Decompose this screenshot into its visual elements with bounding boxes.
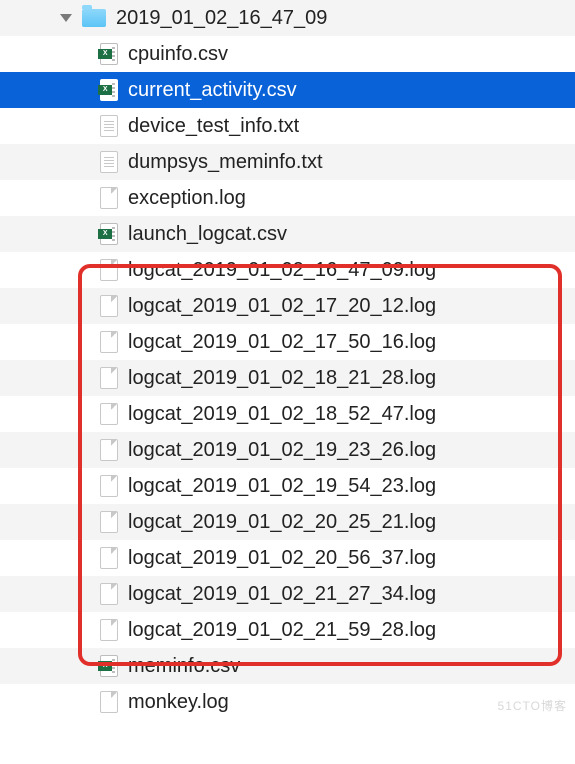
file-row[interactable]: Xcpuinfo.csv — [0, 36, 575, 72]
file-label: logcat_2019_01_02_18_21_28.log — [128, 367, 436, 390]
file-row[interactable]: monkey.log — [0, 684, 575, 720]
file-label: logcat_2019_01_02_16_47_09.log — [128, 259, 436, 282]
file-label: logcat_2019_01_02_19_23_26.log — [128, 439, 436, 462]
file-tree: 2019_01_02_16_47_09 Xcpuinfo.csvXcurrent… — [0, 0, 575, 720]
file-label: cpuinfo.csv — [128, 43, 228, 66]
document-icon — [100, 475, 118, 497]
document-icon — [100, 295, 118, 317]
file-label: logcat_2019_01_02_17_20_12.log — [128, 295, 436, 318]
file-label: monkey.log — [128, 691, 229, 714]
file-label: logcat_2019_01_02_20_25_21.log — [128, 511, 436, 534]
document-icon — [100, 187, 118, 209]
file-row[interactable]: Xcurrent_activity.csv — [0, 72, 575, 108]
folder-label: 2019_01_02_16_47_09 — [116, 7, 327, 30]
file-row[interactable]: logcat_2019_01_02_20_25_21.log — [0, 504, 575, 540]
file-label: current_activity.csv — [128, 79, 297, 102]
file-row[interactable]: dumpsys_meminfo.txt — [0, 144, 575, 180]
document-icon — [100, 619, 118, 641]
document-icon — [100, 511, 118, 533]
text-file-icon — [100, 151, 118, 173]
file-row[interactable]: Xmeminfo.csv — [0, 648, 575, 684]
watermark-text: 51CTO博客 — [498, 697, 567, 714]
file-row[interactable]: logcat_2019_01_02_18_21_28.log — [0, 360, 575, 396]
file-row[interactable]: logcat_2019_01_02_16_47_09.log — [0, 252, 575, 288]
file-label: launch_logcat.csv — [128, 223, 287, 246]
spreadsheet-icon: X — [100, 43, 118, 65]
document-icon — [100, 367, 118, 389]
file-row[interactable]: logcat_2019_01_02_17_50_16.log — [0, 324, 575, 360]
document-icon — [100, 691, 118, 713]
folder-icon — [82, 9, 106, 27]
file-label: meminfo.csv — [128, 655, 240, 678]
spreadsheet-icon: X — [100, 223, 118, 245]
file-label: logcat_2019_01_02_19_54_23.log — [128, 475, 436, 498]
document-icon — [100, 331, 118, 353]
disclosure-triangle-icon[interactable] — [60, 14, 72, 22]
file-label: logcat_2019_01_02_21_59_28.log — [128, 619, 436, 642]
file-row[interactable]: logcat_2019_01_02_18_52_47.log — [0, 396, 575, 432]
file-row[interactable]: logcat_2019_01_02_21_27_34.log — [0, 576, 575, 612]
file-row[interactable]: logcat_2019_01_02_21_59_28.log — [0, 612, 575, 648]
file-row[interactable]: logcat_2019_01_02_20_56_37.log — [0, 540, 575, 576]
file-label: logcat_2019_01_02_18_52_47.log — [128, 403, 436, 426]
file-row[interactable]: logcat_2019_01_02_19_23_26.log — [0, 432, 575, 468]
folder-row[interactable]: 2019_01_02_16_47_09 — [0, 0, 575, 36]
document-icon — [100, 439, 118, 461]
spreadsheet-icon: X — [100, 655, 118, 677]
file-label: logcat_2019_01_02_20_56_37.log — [128, 547, 436, 570]
spreadsheet-icon: X — [100, 79, 118, 101]
file-row[interactable]: exception.log — [0, 180, 575, 216]
file-label: logcat_2019_01_02_17_50_16.log — [128, 331, 436, 354]
document-icon — [100, 403, 118, 425]
file-row[interactable]: Xlaunch_logcat.csv — [0, 216, 575, 252]
file-label: dumpsys_meminfo.txt — [128, 151, 323, 174]
text-file-icon — [100, 115, 118, 137]
file-label: logcat_2019_01_02_21_27_34.log — [128, 583, 436, 606]
file-row[interactable]: logcat_2019_01_02_17_20_12.log — [0, 288, 575, 324]
document-icon — [100, 583, 118, 605]
file-label: device_test_info.txt — [128, 115, 299, 138]
document-icon — [100, 547, 118, 569]
file-row[interactable]: device_test_info.txt — [0, 108, 575, 144]
file-label: exception.log — [128, 187, 246, 210]
file-row[interactable]: logcat_2019_01_02_19_54_23.log — [0, 468, 575, 504]
document-icon — [100, 259, 118, 281]
